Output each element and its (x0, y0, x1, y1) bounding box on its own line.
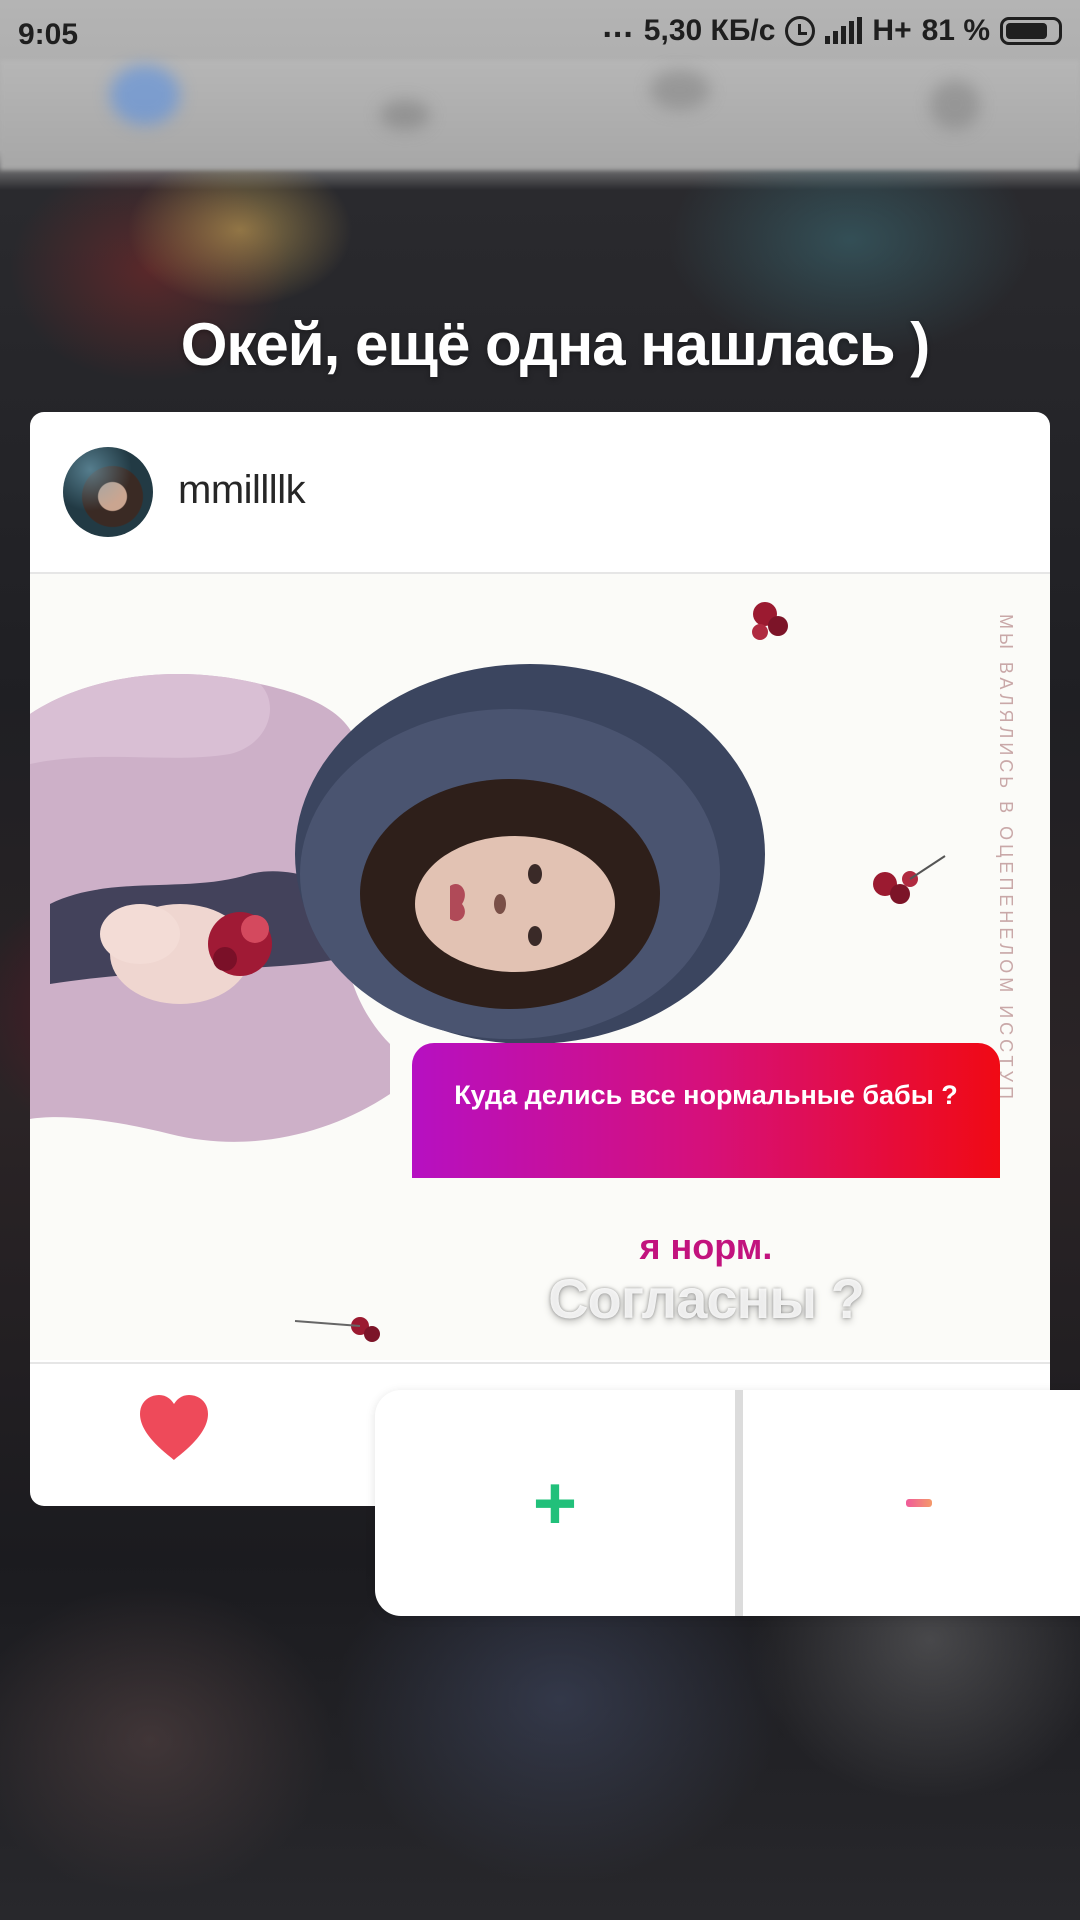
avatar[interactable] (63, 447, 153, 537)
vote-panel: + (375, 1390, 1080, 1616)
heart-icon[interactable] (136, 1392, 212, 1462)
signal-icon (825, 17, 863, 44)
blurred-nav-icon-4 (930, 80, 980, 130)
alarm-icon (785, 16, 816, 46)
blurred-nav-icon-home (110, 65, 180, 125)
network-type: H+ (872, 14, 912, 47)
network-speed: 5,30 КБ/с (643, 14, 776, 47)
blurred-nav-icon-3 (650, 70, 710, 110)
battery-level (1006, 23, 1047, 39)
screen: 9:05 ... 5,30 КБ/с H+ 81 % Окей, ещё одн… (0, 0, 1080, 1920)
photo-side-text: МЫ ВАЛЯЛИСЬ В ОЦЕПЕНЕЛОМ ИССТУП (996, 614, 1016, 1103)
poll-question: Куда делись все нормальные бабы ? (412, 1043, 1000, 1178)
status-indicators: ... 5,30 КБ/с H+ 81 % (602, 7, 1062, 48)
minus-icon (906, 1499, 932, 1507)
username[interactable]: mmillllk (178, 468, 306, 513)
headline-title: Окей, ещё одна нашлась ) (180, 311, 931, 378)
poll-answer: я норм. (639, 1226, 773, 1267)
blurred-nav-icon-2 (380, 100, 430, 130)
status-time: 9:05 (18, 18, 79, 51)
post-card: mmillllk МЫ ВАЛЯЛИСЬ В ОЦЕПЕНЕЛОМ ИССТУП (30, 412, 1050, 1506)
battery-icon (1000, 17, 1062, 45)
poll-prompt: Согласны ? (548, 1267, 865, 1330)
vote-divider (735, 1390, 743, 1616)
battery-percent: 81 % (921, 14, 990, 47)
post-header: mmillllk (30, 412, 1050, 574)
vote-plus-button[interactable]: + (375, 1390, 735, 1616)
vote-minus-button[interactable] (743, 1390, 1080, 1616)
notification-dots: ... (602, 6, 634, 45)
status-bar: 9:05 ... 5,30 КБ/с H+ 81 % (0, 0, 1080, 72)
